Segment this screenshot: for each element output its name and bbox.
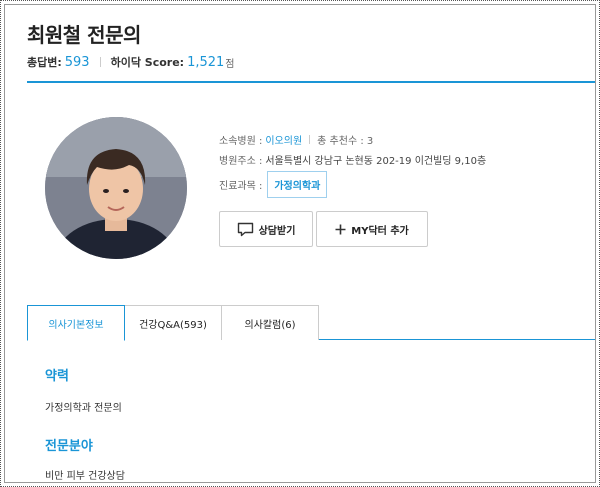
dept-label: 진료과목 :: [219, 180, 263, 192]
tab-health-qa[interactable]: 건강Q&A(593): [124, 305, 222, 340]
header-divider: [27, 81, 595, 83]
profile-page: 최원철 전문의 총답변: 593 하이닥 Score: 1,521 점 소속병원…: [4, 4, 596, 483]
add-my-doctor-button[interactable]: MY닥터 추가: [316, 211, 428, 247]
page-title: 최원철 전문의: [27, 23, 141, 47]
chat-bubble-icon: [237, 222, 254, 237]
doctor-avatar: [45, 117, 187, 259]
doctor-info: 소속병원 : 이오의원 총 추천수 : 3 병원주소 : 서울특별시 강남구 논…: [219, 129, 486, 199]
address-label: 병원주소 :: [219, 155, 263, 167]
dept-row: 진료과목 : 가정의학과: [219, 169, 486, 199]
doctor-stats: 총답변: 593 하이닥 Score: 1,521 점: [27, 54, 235, 70]
score-label: 하이닥 Score:: [110, 56, 185, 69]
answers-count: 593: [64, 54, 90, 70]
doctor-photo: [45, 117, 187, 259]
add-my-doctor-label: MY닥터 추가: [351, 225, 409, 237]
hospital-label: 소속병원 :: [219, 135, 263, 147]
info-divider: [309, 134, 311, 144]
address-value: 서울특별시 강남구 논현동 202-19 이건빌딩 9,10층: [265, 155, 487, 167]
stats-divider: [99, 57, 101, 67]
career-text: 가정의학과 전문의: [45, 403, 122, 414]
answers-label: 총답변:: [27, 56, 62, 69]
action-buttons: 상담받기 MY닥터 추가: [219, 211, 428, 247]
consult-button[interactable]: 상담받기: [219, 211, 313, 247]
address-row: 병원주소 : 서울특별시 강남구 논현동 202-19 이건빌딩 9,10층: [219, 149, 486, 169]
score-unit: 점: [225, 58, 235, 70]
career-heading: 약력: [45, 369, 69, 384]
consult-label: 상담받기: [258, 225, 296, 237]
tab-columns[interactable]: 의사칼럼(6): [221, 305, 319, 340]
profile-tabs: 의사기본정보 건강Q&A(593) 의사칼럼(6): [27, 305, 595, 341]
hospital-row: 소속병원 : 이오의원 총 추천수 : 3: [219, 129, 486, 149]
plus-icon: [335, 224, 346, 235]
specialty-heading: 전문분야: [45, 439, 93, 454]
tab-basic-info[interactable]: 의사기본정보: [27, 305, 125, 341]
recommend-count: 총 추천수 : 3: [317, 135, 374, 147]
specialty-text: 비만 피부 건강상담: [45, 471, 125, 482]
score-value: 1,521: [187, 54, 225, 70]
hospital-link[interactable]: 이오의원: [265, 132, 302, 147]
dept-tag[interactable]: 가정의학과: [267, 170, 328, 198]
